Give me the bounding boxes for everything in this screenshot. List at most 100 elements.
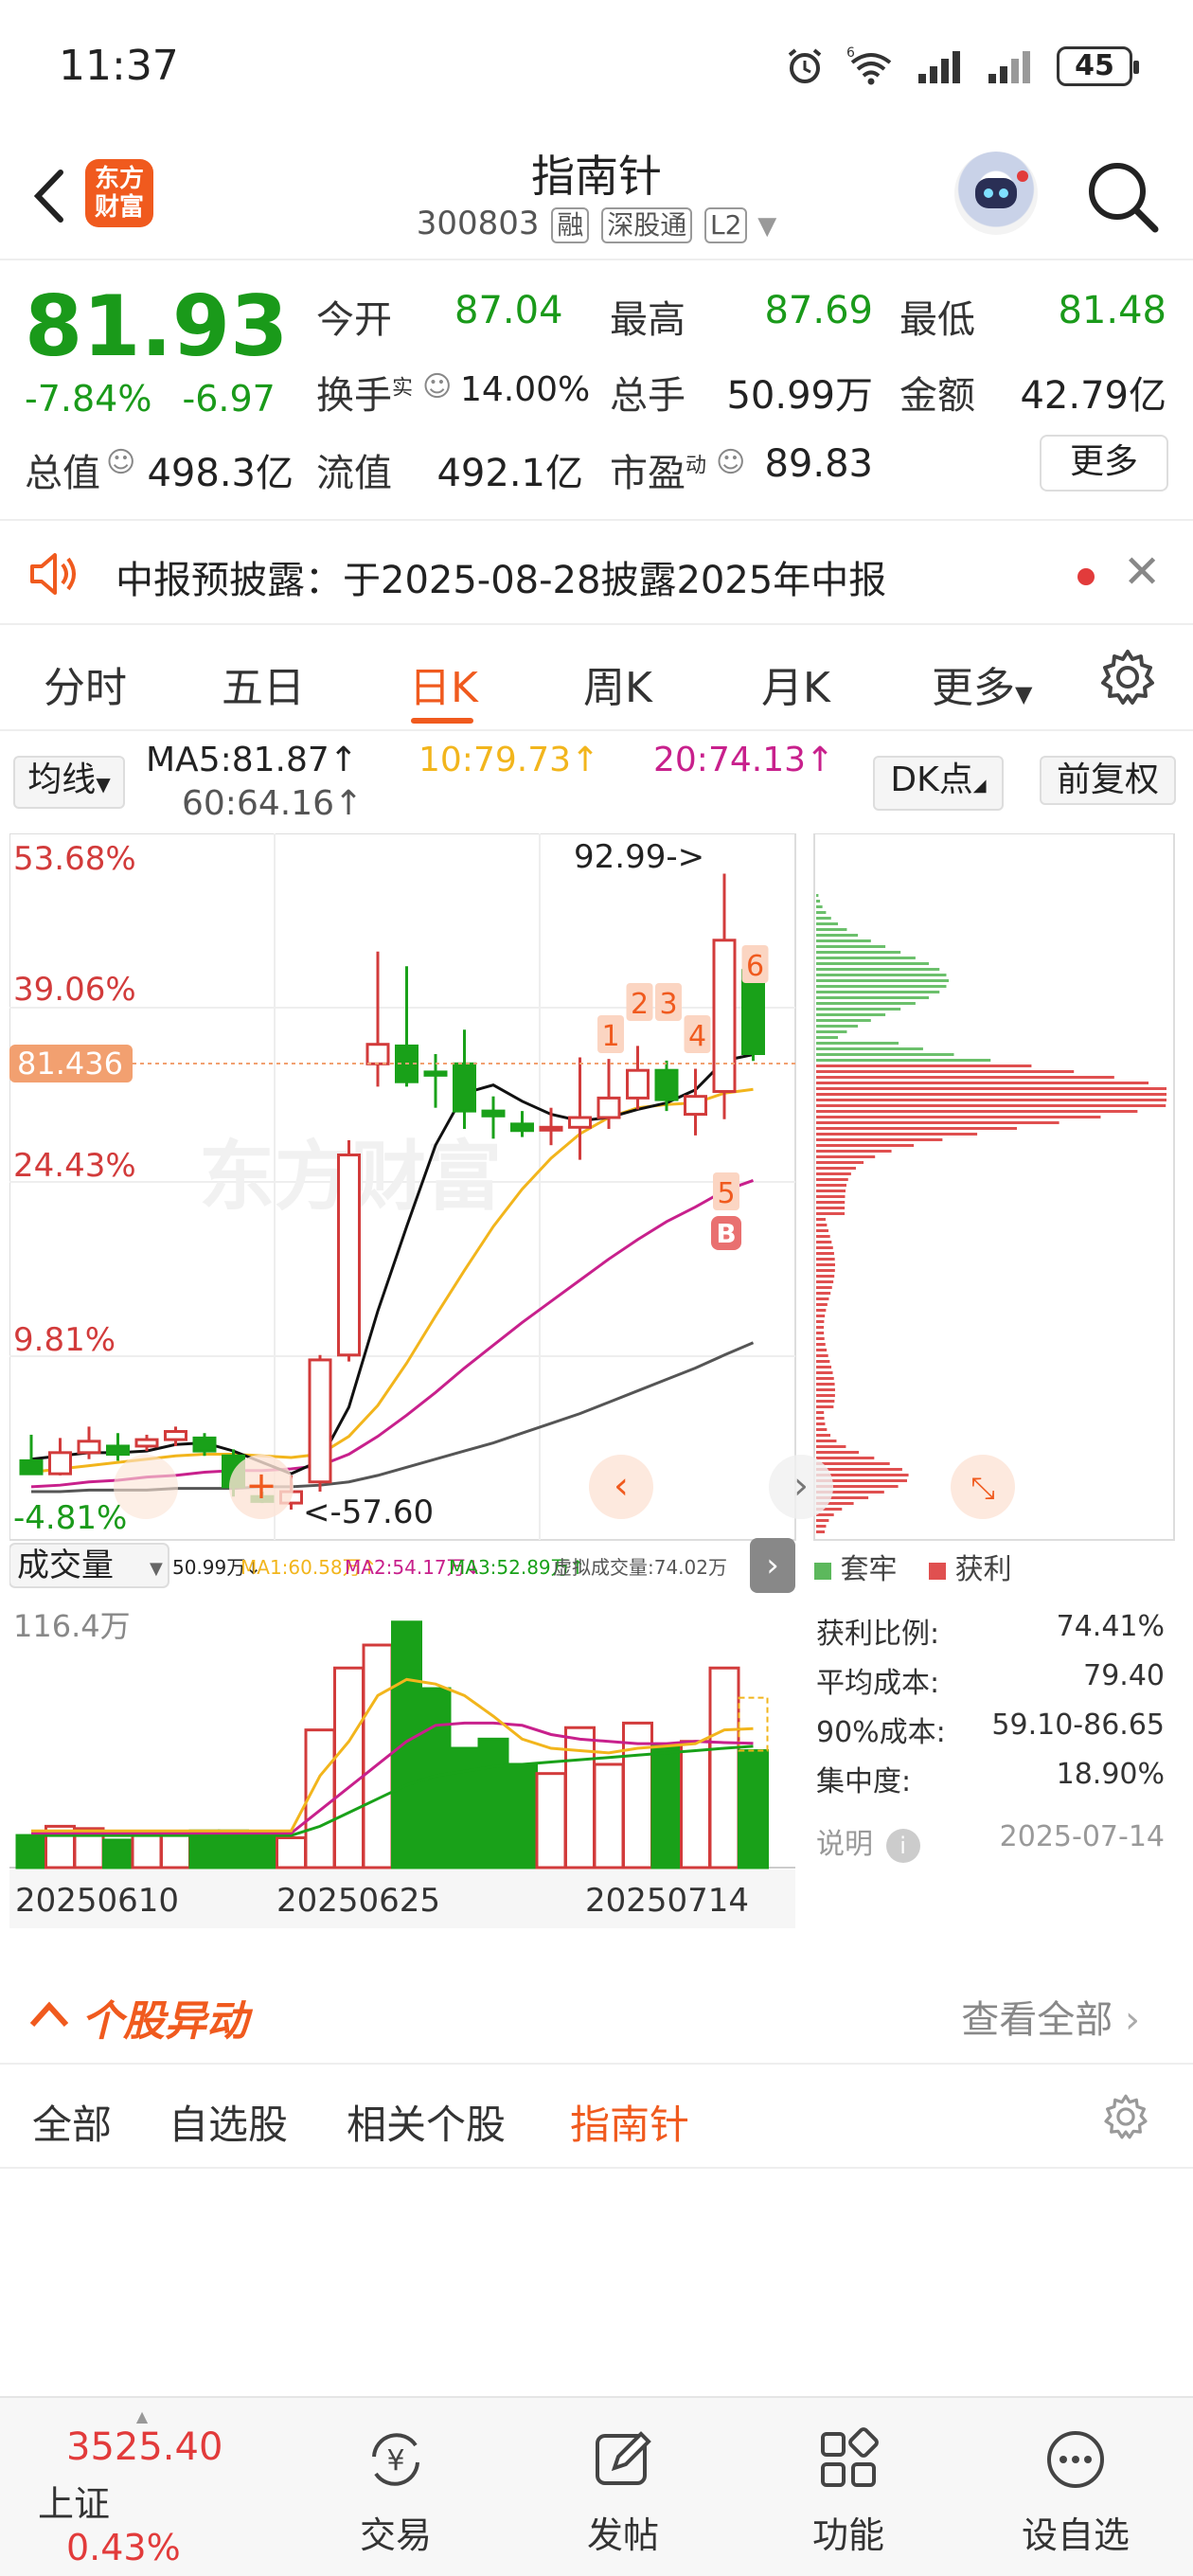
filter-watchlist[interactable]: 自选股: [169, 2093, 288, 2151]
candle-body: [337, 1154, 361, 1357]
tab-intraday[interactable]: 分时: [44, 653, 127, 714]
search-icon[interactable]: [1079, 153, 1165, 239]
pe-value: 89.83: [764, 442, 873, 486]
chip-bar: [816, 1394, 835, 1397]
indicator-selector[interactable]: 均线▼: [13, 756, 125, 809]
chip-bar: [816, 1377, 834, 1380]
minus-control[interactable]: [114, 1455, 178, 1519]
chip-bar: [816, 979, 949, 982]
y-label-bottom: -4.81%: [13, 1499, 127, 1537]
plus-icon: +: [245, 1464, 277, 1508]
concentration-value: 18.90%: [1056, 1758, 1165, 1791]
candle-body: [164, 1430, 187, 1441]
volume-bar: [535, 1772, 567, 1869]
signal-marker-6: 6: [746, 950, 764, 983]
chip-bar: [816, 1252, 834, 1255]
index-change: 0.43%: [66, 2527, 181, 2568]
chip-bar: [816, 1178, 848, 1181]
nav-trade[interactable]: ¥ 交易: [329, 2426, 462, 2558]
chip-bar: [816, 1286, 832, 1289]
volume-bar: [738, 1748, 769, 1869]
filter-related[interactable]: 相关个股: [347, 2093, 506, 2151]
volume-bar: [507, 1762, 538, 1869]
signal-marker-2: 2: [631, 988, 649, 1021]
volume-bar: [15, 1834, 47, 1869]
dk-point-button[interactable]: DK点◢: [873, 756, 1004, 811]
chip-bar: [816, 1525, 827, 1528]
filter-all[interactable]: 全部: [32, 2093, 112, 2151]
chip-bar: [816, 1138, 943, 1141]
profit-ratio-label: 获利比例:: [816, 1618, 940, 1651]
chip-bar: [816, 1400, 835, 1403]
chip-bar: [816, 1201, 846, 1204]
chevron-right-icon: ›: [793, 1464, 809, 1508]
chip-bar: [816, 1025, 859, 1028]
signal-marker-3: 3: [659, 988, 677, 1021]
nav-add-watchlist[interactable]: 设自选: [1009, 2426, 1142, 2558]
chevron-up-icon[interactable]: [28, 2000, 70, 2029]
chip-bar: [816, 1440, 837, 1442]
chip-bar: [816, 934, 859, 937]
tag-margin: 融: [551, 207, 590, 243]
tab-five-day[interactable]: 五日: [222, 653, 305, 714]
chip-bar: [816, 1337, 825, 1340]
candle-body: [77, 1440, 101, 1455]
candle-body: [423, 1070, 448, 1077]
assistant-avatar[interactable]: [954, 152, 1038, 235]
chip-bar: [816, 1150, 892, 1153]
chip-bar: [816, 1087, 1166, 1090]
candle-body: [712, 939, 737, 1094]
nav-functions[interactable]: 功能: [782, 2426, 915, 2558]
view-all-link[interactable]: 查看全部 ›: [961, 1989, 1140, 2044]
profit-swatch: [929, 1562, 947, 1580]
info-icon[interactable]: ☺: [716, 446, 745, 479]
filter-stock[interactable]: 指南针: [570, 2093, 689, 2151]
chip-bar: [816, 1195, 846, 1198]
svg-text:¥: ¥: [386, 2444, 404, 2478]
nav-post[interactable]: 发帖: [557, 2426, 689, 2558]
last-price: 81.93: [25, 277, 289, 375]
unread-dot: [1077, 568, 1095, 585]
chip-bar: [816, 1110, 1138, 1113]
volume-bar: [449, 1746, 480, 1869]
adjust-button[interactable]: 前复权: [1040, 756, 1176, 805]
volume-bar: [246, 1836, 278, 1869]
float-label: 流值: [316, 452, 392, 495]
change-percent: -7.84%: [25, 378, 152, 420]
trapped-swatch: [814, 1562, 831, 1580]
chevron-down-icon[interactable]: ▼: [757, 212, 776, 241]
tab-daily-k[interactable]: 日K: [409, 653, 478, 714]
chip-bar: [816, 1292, 831, 1295]
more-button[interactable]: 更多: [1040, 435, 1168, 492]
signal-icon-2: [988, 51, 1030, 83]
index-ticker[interactable]: ▲ 3525.40 上证 0.43%: [38, 2407, 246, 2568]
chip-bar: [816, 951, 901, 954]
tab-weekly-k[interactable]: 周K: [583, 653, 652, 714]
tab-monthly-k[interactable]: 月K: [761, 653, 830, 714]
status-bar: 11:37 6 45: [0, 0, 1193, 133]
close-icon[interactable]: ✕: [1123, 546, 1161, 599]
notice-bar[interactable]: 中报预披露：于2025-08-28披露2025年中报 ✕: [0, 519, 1193, 625]
y-label-3: 24.43%: [13, 1147, 136, 1185]
chip-note[interactable]: 说明 i: [816, 1820, 920, 1863]
candle-body: [192, 1436, 217, 1453]
info-icon[interactable]: ☺: [422, 370, 452, 403]
candle-body: [106, 1444, 130, 1457]
chip-bar: [816, 957, 916, 959]
chip-bar: [816, 1445, 846, 1448]
chip-bar: [816, 985, 947, 988]
chevron-up-icon: ▲: [135, 2407, 149, 2425]
ma60-value: 60:64.16↑: [182, 784, 364, 823]
gear-icon[interactable]: [1102, 2093, 1149, 2140]
tab-more[interactable]: 更多▼: [932, 653, 1032, 714]
chip-bar: [816, 1172, 851, 1175]
info-icon[interactable]: ☺: [106, 446, 135, 479]
chip-bar: [816, 1246, 833, 1249]
chip-bar: [816, 1144, 915, 1147]
avg-cost-label: 平均成本:: [816, 1667, 940, 1700]
max-annotation: 92.99->: [574, 838, 704, 876]
gear-icon[interactable]: [1098, 648, 1157, 707]
quote-panel: 81.93 -7.84% -6.97 今开 87.04 最高 87.69 最低 …: [0, 262, 1193, 518]
volume-bar: [304, 1728, 336, 1869]
chevron-right-icon: ›: [766, 1547, 779, 1584]
